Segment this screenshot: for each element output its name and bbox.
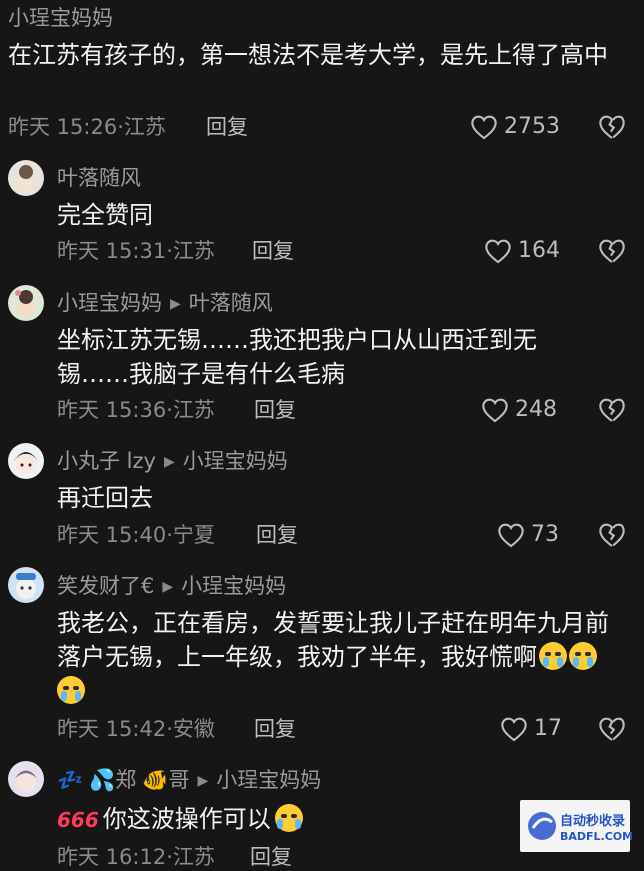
dislike-icon[interactable] [598,716,626,742]
comment-text: 坐标江苏无锡……我还把我户口从山西迁到无锡……我脑子是有什么毛病 [57,326,537,388]
heart-icon [471,115,497,140]
crying-emoji-icon [57,676,85,704]
crying-emoji-icon [539,642,567,670]
avatar[interactable] [8,285,44,321]
reply-button[interactable]: 回复 [206,117,248,138]
badge-666: 666 [57,808,99,832]
like-count: 248 [515,397,557,422]
watermark-line1: 自动秒收录 [560,814,626,829]
heart-icon [482,398,508,423]
heart-icon [485,239,511,264]
reply-arrow-icon: ▶ [197,773,209,789]
heart-icon [501,717,527,742]
reply-button[interactable]: 回复 [252,241,294,262]
dislike-icon[interactable] [598,114,626,140]
laughing-emoji-icon [274,804,303,832]
reply-button[interactable]: 回复 [254,400,296,421]
comment-text: 666 你这波操作可以 [57,802,507,837]
avatar-image [16,573,36,599]
like-count: 2753 [504,114,560,139]
comment-text: 我老公，正在看房，发誓要让我儿子赶在明年九月前落户无锡，上一年级，我劝了半年，我… [57,606,617,708]
avatar-image [15,290,35,316]
comment-meta: 昨天 15:42·安徽 [57,717,215,741]
like-button[interactable]: 2753 [470,114,560,140]
avatar-image [15,770,37,792]
like-button[interactable]: 73 [497,522,559,548]
reply-arrow-icon: ▶ [170,296,181,312]
comment-author[interactable]: 小珵宝妈妈 ▶ 叶落随风 [57,293,273,314]
comment-author[interactable]: 笑发财了€ ▶ 小珵宝妈妈 [57,576,286,597]
crying-emoji-icon [569,642,597,670]
watermark-line2: BADFL.COM [560,830,634,843]
reply-button[interactable]: 回复 [256,525,298,546]
like-button[interactable]: 164 [484,238,560,264]
avatar[interactable] [8,567,44,603]
like-count: 164 [518,238,560,263]
like-button[interactable]: 17 [500,716,562,742]
comment-text: 再迁回去 [57,484,153,512]
comment-meta: 昨天 16:12·江苏 [57,845,215,869]
avatar[interactable] [8,761,44,797]
comment-meta: 昨天 15:40·宁夏 [57,523,215,547]
comment-text: 在江苏有孩子的，第一想法不是考大学，是先上得了高中 [8,41,608,69]
reply-arrow-icon: ▶ [162,579,174,595]
dislike-icon[interactable] [598,238,626,264]
like-count: 17 [534,716,562,741]
reply-arrow-icon: ▶ [163,454,175,470]
dislike-icon[interactable] [598,397,626,423]
dislike-icon[interactable] [598,522,626,548]
comment-meta: 昨天 15:36·江苏 [57,398,215,422]
comment-meta: 昨天 15:31·江苏 [57,239,215,263]
comment-author[interactable]: 叶落随风 [57,168,141,189]
avatar[interactable] [8,160,44,196]
watermark-logo-icon [528,812,556,840]
like-count: 73 [531,522,559,547]
heart-icon [498,523,524,548]
like-button[interactable]: 248 [481,397,557,423]
comment-meta: 昨天 15:26·江苏 [8,115,166,139]
comment-author[interactable]: 小丸子 lzy ▶ 小珵宝妈妈 [57,451,288,472]
reply-button[interactable]: 回复 [254,719,296,740]
comment-author[interactable]: 💤 💦郑 🐠哥 ▶ 小珵宝妈妈 [57,770,321,791]
comment-author[interactable]: 小珵宝妈妈 [8,8,113,29]
reply-button[interactable]: 回复 [250,847,292,868]
watermark: 自动秒收录 BADFL.COM [520,800,634,852]
avatar-image [14,452,38,474]
avatar-image [17,165,35,191]
comment-text: 完全赞同 [57,201,153,229]
avatar[interactable] [8,443,44,479]
